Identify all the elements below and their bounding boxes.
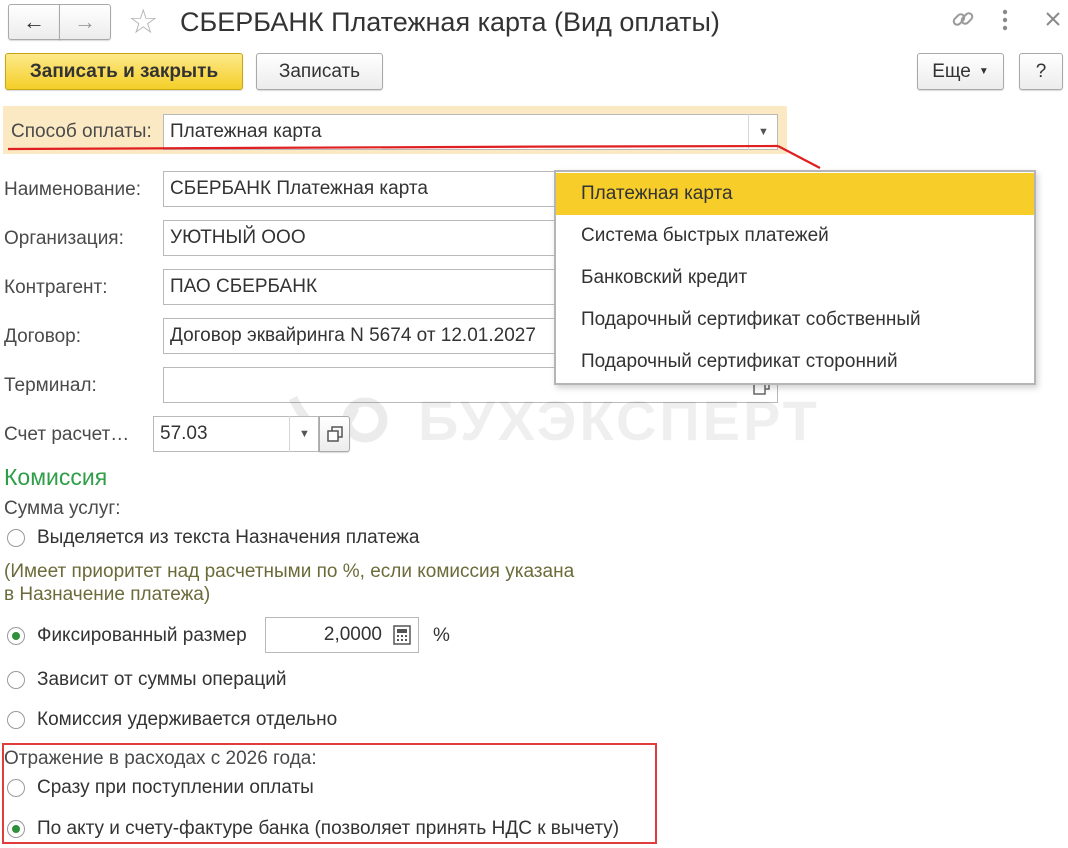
radio-act[interactable] <box>7 820 25 838</box>
account-open-button[interactable] <box>319 416 350 452</box>
dropdown-item-card[interactable]: Платежная карта <box>556 173 1034 215</box>
dropdown-item-label: Система быстрых платежей <box>581 225 829 246</box>
dropdown-item-label: Банковский кредит <box>581 267 748 288</box>
contract-label: Договор: <box>4 326 82 347</box>
counterparty-label: Контрагент: <box>4 277 108 298</box>
open-form-icon <box>326 426 343 442</box>
contract-field[interactable]: Договор эквайринга N 5674 от 12.01.2027 <box>163 318 563 354</box>
organization-label: Организация: <box>4 228 124 249</box>
fixed-amount-value: 2,0000 <box>323 624 382 645</box>
help-button[interactable]: ? <box>1019 53 1063 90</box>
radio-immediate[interactable] <box>7 779 25 797</box>
dropdown-item-label: Подарочный сертификат собственный <box>581 309 921 330</box>
option-depends-label[interactable]: Зависит от суммы операций <box>37 669 287 691</box>
dropdown-item-sbp[interactable]: Система быстрых платежей <box>556 215 1034 257</box>
window-title: СБЕРБАНК Платежная карта (Вид оплаты) <box>180 7 720 37</box>
title-bar: ← → ☆ СБЕРБАНК Платежная карта (Вид опла… <box>0 0 1068 46</box>
more-vertical-icon[interactable] <box>1000 6 1010 34</box>
radio-depends[interactable] <box>7 671 25 689</box>
dropdown-item-label: Платежная карта <box>581 183 733 204</box>
commission-note-line1: (Имеет приоритет над расчетными по %, ес… <box>4 561 575 582</box>
option-from-text-label[interactable]: Выделяется из текста Назначения платежа <box>37 527 419 549</box>
option-act-label[interactable]: По акту и счету-фактуре банка (позволяет… <box>37 818 619 840</box>
radio-from-text[interactable] <box>7 529 25 547</box>
save-button[interactable]: Записать <box>256 53 383 90</box>
calculator-icon[interactable] <box>393 625 411 645</box>
nav-back-button[interactable]: ← <box>8 4 60 40</box>
expenses-label: Отражение в расходах с 2026 года: <box>4 748 317 769</box>
name-value: СБЕРБАНК Платежная карта <box>170 178 428 199</box>
radio-fixed[interactable] <box>7 627 25 645</box>
account-label: Счет расчет… <box>4 424 130 445</box>
contract-value: Договор эквайринга N 5674 от 12.01.2027 <box>170 325 536 346</box>
close-icon[interactable] <box>1042 8 1064 30</box>
dropdown-item-gift-own[interactable]: Подарочный сертификат собственный <box>556 299 1034 341</box>
payment-method-dropdown-list: Платежная карта Система быстрых платежей… <box>554 170 1036 385</box>
arrow-left-icon: ← <box>23 9 45 34</box>
nav-forward-button[interactable]: → <box>59 4 111 40</box>
save-close-button[interactable]: Записать и закрыть <box>5 53 243 90</box>
account-dropdown-button[interactable]: ▼ <box>289 416 319 452</box>
dropdown-item-credit[interactable]: Банковский кредит <box>556 257 1034 299</box>
terminal-label: Терминал: <box>4 375 97 396</box>
commission-note-line2: в Назначение платежа) <box>4 584 211 605</box>
dropdown-item-label: Подарочный сертификат сторонний <box>581 351 898 372</box>
counterparty-value: ПАО СБЕРБАНК <box>170 276 318 297</box>
dropdown-item-gift-third[interactable]: Подарочный сертификат сторонний <box>556 341 1034 383</box>
more-button[interactable]: Еще ▼ <box>917 53 1004 90</box>
name-label: Наименование: <box>4 179 141 200</box>
organization-value: УЮТНЫЙ ООО <box>170 227 306 248</box>
name-field[interactable]: СБЕРБАНК Платежная карта <box>163 171 563 207</box>
more-button-label: Еще <box>932 60 971 82</box>
radio-separate[interactable] <box>7 711 25 729</box>
organization-field[interactable]: УЮТНЫЙ ООО <box>163 220 563 256</box>
counterparty-field[interactable]: ПАО СБЕРБАНК <box>163 269 563 305</box>
services-label: Сумма услуг: <box>4 498 121 519</box>
option-separate-label[interactable]: Комиссия удерживается отдельно <box>37 709 337 731</box>
option-fixed-label[interactable]: Фиксированный размер <box>37 625 247 647</box>
favorite-star-icon[interactable]: ☆ <box>128 2 158 42</box>
percent-sign: % <box>433 625 450 646</box>
arrow-right-icon: → <box>74 9 96 34</box>
chevron-down-icon: ▼ <box>978 66 989 77</box>
link-icon[interactable] <box>950 6 976 32</box>
commission-heading: Комиссия <box>4 464 108 490</box>
account-value: 57.03 <box>160 423 208 444</box>
option-immediate-label[interactable]: Сразу при поступлении оплаты <box>37 777 314 799</box>
watermark-text: БУХЭКСПЕРТ <box>418 389 820 452</box>
